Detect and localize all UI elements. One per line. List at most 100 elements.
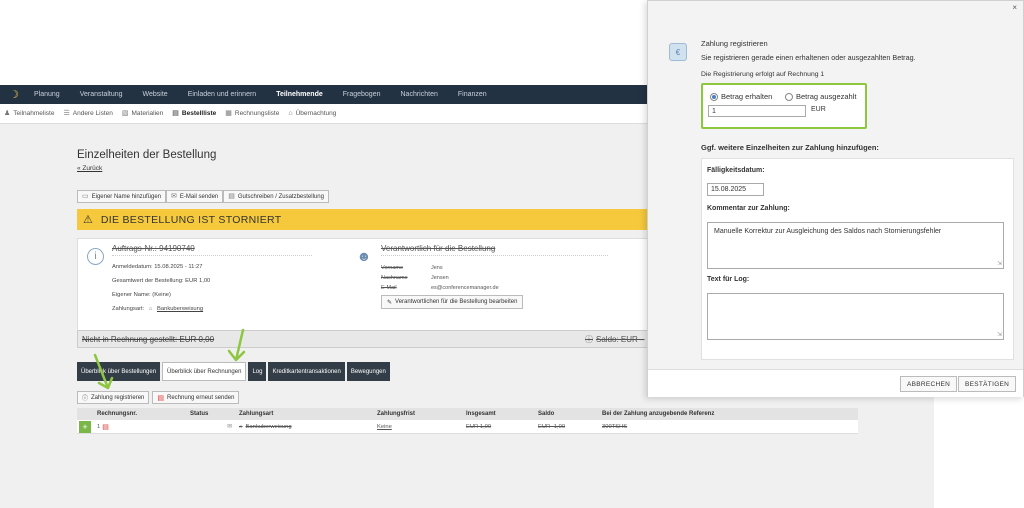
info-icon: i xyxy=(87,248,104,265)
nav-nachrichten[interactable]: Nachrichten xyxy=(391,91,448,98)
radio-received[interactable]: Betrag erhalten xyxy=(710,92,772,101)
invoice-actions: ⓘ Zahlung registrieren ▤ Rechnung erneut s… xyxy=(77,391,240,404)
radio-paid[interactable]: Betrag ausgezahlt xyxy=(785,92,856,101)
header-total: Insgesamt xyxy=(466,411,496,417)
button-label: Zahlung registrieren xyxy=(91,394,145,401)
modal-title: Zahlung registrieren xyxy=(701,39,768,48)
pdf-icon[interactable]: ▤ xyxy=(102,423,109,431)
material-icon: ▧ xyxy=(121,110,129,117)
radio-button-checked[interactable] xyxy=(710,92,718,101)
row-due[interactable]: Keine xyxy=(374,420,463,433)
confirm-button[interactable]: BESTÄTIGEN xyxy=(958,376,1017,392)
tab-invoices-overview[interactable]: Überblick über Rechnungen xyxy=(162,362,247,381)
subnav-label: Andere Listen xyxy=(72,110,113,117)
log-textarea[interactable]: ⇲ xyxy=(707,293,1004,340)
modal-footer: ABBRECHEN BESTÄTIGEN xyxy=(648,369,1023,397)
invoice-icon: ▦ xyxy=(225,110,232,117)
subnav-andere-listen[interactable]: ☰ Andere Listen xyxy=(63,110,121,117)
responsible-title: Verantwortlich für die Bestellung xyxy=(381,244,608,256)
info-circle-icon: ⓘ xyxy=(585,334,593,344)
header-due: Zahlungsfrist xyxy=(377,411,416,417)
not-invoiced-bar: Nicht in Rechnung gestellt: EUR 0,00 xyxy=(77,330,648,348)
row-nr: 1 ▤ xyxy=(94,420,187,433)
row-total: EUR 1,00 xyxy=(466,423,492,430)
pencil-icon: ✎ xyxy=(387,299,393,306)
amount-input[interactable]: 1 xyxy=(708,105,806,117)
nav-fragebogen[interactable]: Fragebogen xyxy=(333,91,391,98)
resize-handle-icon[interactable]: ⇲ xyxy=(997,260,1002,267)
nav-einladen[interactable]: Einladen und erinnern xyxy=(178,91,267,98)
header-balance: Saldo xyxy=(538,411,555,417)
log-label: Text für Log: xyxy=(707,276,750,283)
tab-movements[interactable]: Bewegungen xyxy=(346,362,390,381)
cancel-button[interactable]: ABBRECHEN xyxy=(900,376,958,392)
bank-icon: ⌂ xyxy=(239,423,243,430)
action-toolbar: ▭ Eigener Name hinzufügen ✉ E-Mail senden … xyxy=(77,190,329,203)
close-icon[interactable]: × xyxy=(1012,3,1017,12)
table-header: Rechnungsnr. Status Zahlungsart Zahlungs… xyxy=(77,408,858,420)
saldo-text: Saldo: EUR – xyxy=(596,334,645,344)
radio-label: Betrag ausgezahlt xyxy=(796,92,857,101)
send-email-button[interactable]: ✉ E-Mail senden xyxy=(166,190,224,203)
nav-finanzen[interactable]: Finanzen xyxy=(448,91,497,98)
amount-highlight-box: Betrag erhalten Betrag ausgezahlt 1 EUR xyxy=(701,83,867,129)
bed-icon: ⌂ xyxy=(288,110,293,117)
nav-teilnehmende[interactable]: Teilnehmende xyxy=(266,91,333,98)
row-status: ✉ xyxy=(187,420,236,433)
register-payment-button[interactable]: ⓘ Zahlung registrieren xyxy=(77,391,150,404)
payment-value[interactable]: Bankuberweisung xyxy=(157,306,203,312)
subnav-teilnahmeliste[interactable]: ♟ Teilnahmeliste xyxy=(4,110,63,117)
resend-invoice-button[interactable]: ▤ Rechnung erneut senden xyxy=(152,391,240,404)
subnav-label: Materialien xyxy=(131,110,164,117)
page-title: Einzelheiten der Bestellung xyxy=(77,149,217,161)
button-label: Eigener Name hinzufügen xyxy=(91,193,162,200)
subnav-uebernachtung[interactable]: ⌂ Übernachtung xyxy=(288,110,345,117)
order-total: Gesamtwert der Bestellung: EUR 1,00 xyxy=(112,278,211,284)
subnav-materialien[interactable]: ▧ Materialien xyxy=(122,110,172,117)
comment-textarea[interactable]: Manuelle Korrektur zur Ausgleichung des … xyxy=(707,222,1004,269)
expand-plus-icon[interactable]: + xyxy=(79,420,91,433)
subnav-rechnungsliste[interactable]: ▦ Rechnungsliste xyxy=(225,110,288,117)
radio-label: Betrag erhalten xyxy=(721,92,773,101)
method-text: Bankuberweisung xyxy=(245,423,292,430)
subnav-bestellliste[interactable]: ▤ Bestellliste xyxy=(172,110,225,117)
info-circle-icon: ⓘ xyxy=(82,396,89,402)
subnav-label: Rechnungsliste xyxy=(234,110,280,117)
nav-website[interactable]: Website xyxy=(133,91,178,98)
tab-log[interactable]: Log xyxy=(248,362,267,381)
clipboard-icon: ▤ xyxy=(172,110,179,117)
radio-button[interactable] xyxy=(785,92,793,101)
field-key: Nachname xyxy=(381,275,408,281)
invoice-nr[interactable]: 1 xyxy=(97,424,100,430)
banana-logo-icon[interactable]: ☽ xyxy=(4,85,24,104)
field-value: Jens xyxy=(431,265,443,271)
back-link[interactable]: « Zurück xyxy=(77,165,102,172)
field-key: Vorname xyxy=(381,265,404,271)
resize-handle-icon[interactable]: ⇲ xyxy=(997,331,1002,338)
people-icon: ♟ xyxy=(4,110,11,117)
order-number: Auftrags-Nr.: 94190740 xyxy=(112,244,312,256)
field-value: es@conferencemanager.de xyxy=(431,285,499,291)
add-own-name-button[interactable]: ▭ Eigener Name hinzufügen xyxy=(77,190,167,203)
row-reference: 300TSHS xyxy=(602,423,628,430)
button-label: Gutschreiben / Zusatzbestellung xyxy=(237,193,324,200)
nav-planung[interactable]: Planung xyxy=(24,91,70,98)
payment-icon: € xyxy=(669,43,687,61)
order-card: i Auftrags-Nr.: 94190740 Anmeldedatum: 1… xyxy=(77,238,648,334)
header-nr: Rechnungsnr. xyxy=(97,411,138,417)
tab-creditcard[interactable]: Kreditkartentransaktionen xyxy=(268,362,345,381)
responsible-email: E-Mail es@conferencemanager.de xyxy=(381,285,499,291)
tab-orders-overview[interactable]: Überblick über Bestellungen xyxy=(77,362,161,381)
field-key: E-Mail xyxy=(381,285,397,291)
invoice-table: Rechnungsnr. Status Zahlungsart Zahlungs… xyxy=(77,408,858,434)
edit-responsible-button[interactable]: ✎ Verantwortlichen für die Bestellung bea… xyxy=(381,295,524,309)
due-date-input[interactable]: 15.08.2025 xyxy=(707,183,764,196)
banner-text: DIE BESTELLUNG IST STORNIERT xyxy=(100,213,282,226)
person-icon: ☻ xyxy=(356,248,372,264)
credit-button[interactable]: ▤ Gutschreiben / Zusatzbestellung xyxy=(223,190,329,203)
payment-label: Zahlungsart: xyxy=(112,306,145,312)
header-status: Status xyxy=(190,411,209,417)
field-value: Jensen xyxy=(431,275,449,281)
cancelled-banner: ⚠ DIE BESTELLUNG IST STORNIERT xyxy=(77,209,648,230)
nav-veranstaltung[interactable]: Veranstaltung xyxy=(70,91,133,98)
